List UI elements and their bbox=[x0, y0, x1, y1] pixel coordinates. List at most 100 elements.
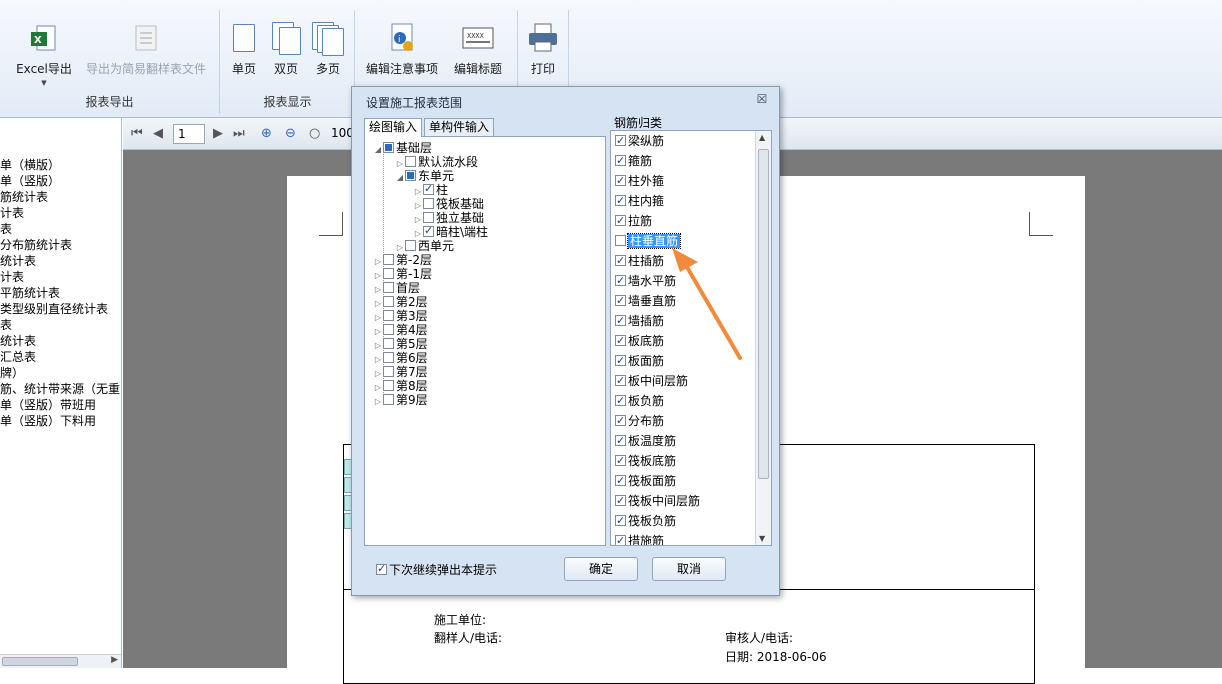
rebar-item[interactable]: 箍筋 bbox=[615, 153, 652, 169]
print-button[interactable]: 打印 bbox=[525, 22, 561, 77]
tree-node[interactable]: ▷柱 bbox=[413, 182, 448, 197]
rebar-checkbox[interactable] bbox=[615, 133, 626, 149]
rebar-item[interactable]: 梁纵筋 bbox=[615, 133, 664, 149]
tree-node[interactable]: ▷ 西单元 bbox=[395, 239, 454, 253]
report-list-item[interactable]: 统计表 bbox=[0, 252, 36, 269]
rebar-checkbox[interactable] bbox=[615, 273, 626, 289]
tree-node[interactable]: ▷ 第2层 bbox=[373, 295, 428, 309]
report-list-item[interactable]: 单（横版） bbox=[0, 156, 60, 173]
rebar-checkbox[interactable] bbox=[615, 213, 626, 229]
scroll-thumb[interactable] bbox=[2, 657, 78, 666]
rebar-item[interactable]: 分布筋 bbox=[615, 413, 664, 429]
last-page-icon[interactable]: ⏭ bbox=[233, 126, 245, 141]
rebar-item[interactable]: 板面筋 bbox=[615, 353, 664, 369]
rebar-checkbox[interactable] bbox=[615, 433, 626, 449]
rebar-checkbox[interactable] bbox=[615, 393, 626, 409]
tree-checkbox[interactable] bbox=[423, 212, 434, 223]
tree-node[interactable]: ▷ 默认流水段 bbox=[395, 155, 478, 169]
rebar-checkbox[interactable] bbox=[615, 313, 626, 329]
report-list-item[interactable]: 牌） bbox=[0, 364, 24, 381]
cancel-button[interactable]: 取消 bbox=[652, 557, 726, 581]
rebar-checkbox[interactable] bbox=[615, 473, 626, 489]
report-list-item[interactable]: 分布筋统计表 bbox=[0, 236, 72, 253]
report-list-item[interactable]: 计表 bbox=[0, 204, 24, 221]
first-page-icon[interactable]: ⏮ bbox=[131, 126, 143, 141]
tree-checkbox[interactable] bbox=[383, 338, 394, 349]
rebar-checkbox[interactable] bbox=[615, 193, 626, 209]
tree-checkbox[interactable] bbox=[383, 254, 394, 265]
tree-node[interactable]: ▷ 第-1层 bbox=[373, 267, 432, 281]
rebar-item[interactable]: 板温度筋 bbox=[615, 433, 676, 449]
tree-node[interactable]: ▷ 筏板基础 bbox=[413, 197, 484, 211]
tree-checkbox[interactable] bbox=[423, 224, 434, 238]
tree-checkbox[interactable] bbox=[383, 310, 394, 321]
zoom-in-icon[interactable]: ⊕ bbox=[261, 126, 272, 141]
rebar-item[interactable]: 板中间层筋 bbox=[615, 373, 688, 389]
prev-page-icon[interactable]: ◀ bbox=[153, 126, 163, 141]
rebar-item[interactable]: 墙水平筋 bbox=[615, 273, 676, 289]
double-page-button[interactable]: 双页 bbox=[269, 22, 303, 77]
export-simple-file-button[interactable]: 导出为简易翻样表文件 bbox=[84, 22, 208, 77]
page-number-input[interactable]: 1 bbox=[173, 124, 205, 144]
rebar-checkbox[interactable] bbox=[615, 453, 626, 469]
tree-checkbox[interactable] bbox=[383, 142, 394, 153]
tree-checkbox[interactable] bbox=[405, 240, 416, 251]
collapse-icon[interactable]: ◢ bbox=[395, 171, 405, 185]
tree-node[interactable]: ▷ 第-2层 bbox=[373, 253, 432, 267]
collapse-icon[interactable]: ◢ bbox=[373, 143, 383, 157]
tab-single-component-input[interactable]: 单构件输入 bbox=[424, 118, 495, 136]
rebar-item[interactable]: 筏板中间层筋 bbox=[615, 493, 700, 509]
single-page-button[interactable]: 单页 bbox=[227, 22, 261, 77]
expand-icon[interactable]: ▷ bbox=[373, 395, 383, 409]
rebar-item[interactable]: 墙插筋 bbox=[615, 313, 664, 329]
report-list-item[interactable]: 汇总表 bbox=[0, 348, 36, 365]
tree-node[interactable]: ▷ 第8层 bbox=[373, 379, 428, 393]
rebar-item[interactable]: 墙垂直筋 bbox=[615, 293, 676, 309]
tree-checkbox[interactable] bbox=[383, 352, 394, 363]
rebar-checkbox[interactable] bbox=[615, 533, 626, 545]
tree-checkbox[interactable] bbox=[423, 198, 434, 209]
tree-node[interactable]: ▷ 首层 bbox=[373, 281, 420, 295]
show-prompt-again-option[interactable]: 下次继续弹出本提示 bbox=[376, 561, 497, 578]
tree-node[interactable]: ▷ 第9层 bbox=[373, 393, 428, 407]
scroll-thumb[interactable] bbox=[758, 149, 769, 479]
rebar-item[interactable]: 筏板底筋 bbox=[615, 453, 676, 469]
show-prompt-checkbox[interactable] bbox=[376, 562, 387, 575]
scroll-up-icon[interactable]: ▲ bbox=[759, 133, 765, 142]
rebar-item[interactable]: 板底筋 bbox=[615, 333, 664, 349]
tree-checkbox[interactable] bbox=[423, 182, 434, 196]
tree-checkbox[interactable] bbox=[383, 366, 394, 377]
report-list-item[interactable]: 类型级别直径统计表 bbox=[0, 300, 108, 317]
rebar-checkbox[interactable] bbox=[615, 413, 626, 429]
rebar-item[interactable]: 筏板面筋 bbox=[615, 473, 676, 489]
report-list-item[interactable]: 单（竖版） bbox=[0, 172, 60, 189]
tree-node[interactable]: ▷ 第3层 bbox=[373, 309, 428, 323]
tree-checkbox[interactable] bbox=[405, 170, 416, 181]
tab-drawing-input[interactable]: 绘图输入 bbox=[364, 118, 423, 137]
rebar-item[interactable]: 措施筋 bbox=[615, 533, 664, 545]
report-list-item[interactable]: 表 bbox=[0, 316, 12, 333]
edit-notes-button[interactable]: i 编辑注意事项 bbox=[364, 22, 440, 77]
rebar-checkbox[interactable] bbox=[615, 513, 626, 529]
tree-node[interactable]: ▷ 第4层 bbox=[373, 323, 428, 337]
tree-node[interactable]: ◢ 东单元 bbox=[395, 169, 454, 183]
left-horizontal-scrollbar[interactable]: ▶ bbox=[0, 654, 121, 668]
rebar-checkbox[interactable] bbox=[615, 293, 626, 309]
ok-button[interactable]: 确定 bbox=[564, 557, 638, 581]
rebar-item-selected[interactable]: 柱垂直筋 bbox=[615, 233, 682, 249]
tree-checkbox[interactable] bbox=[405, 156, 416, 167]
rebar-checkbox[interactable] bbox=[615, 173, 626, 189]
report-list-item[interactable]: 统计表 bbox=[0, 332, 36, 349]
report-list-item[interactable]: 计表 bbox=[0, 268, 24, 285]
multi-page-button[interactable]: 多页 bbox=[311, 22, 345, 77]
tree-checkbox[interactable] bbox=[383, 268, 394, 279]
close-icon[interactable]: ☒ bbox=[755, 93, 769, 107]
rebar-checkbox[interactable] bbox=[615, 493, 626, 509]
rebar-vertical-scrollbar[interactable]: ▲ ▼ bbox=[755, 131, 771, 545]
tree-checkbox[interactable] bbox=[383, 282, 394, 293]
tree-node[interactable]: ▷暗柱\端柱 bbox=[413, 224, 488, 239]
tree-node[interactable]: ▷ 第7层 bbox=[373, 365, 428, 379]
rebar-checkbox[interactable] bbox=[615, 253, 626, 269]
rebar-item[interactable]: 板负筋 bbox=[615, 393, 664, 409]
rebar-checkbox[interactable] bbox=[615, 153, 626, 169]
